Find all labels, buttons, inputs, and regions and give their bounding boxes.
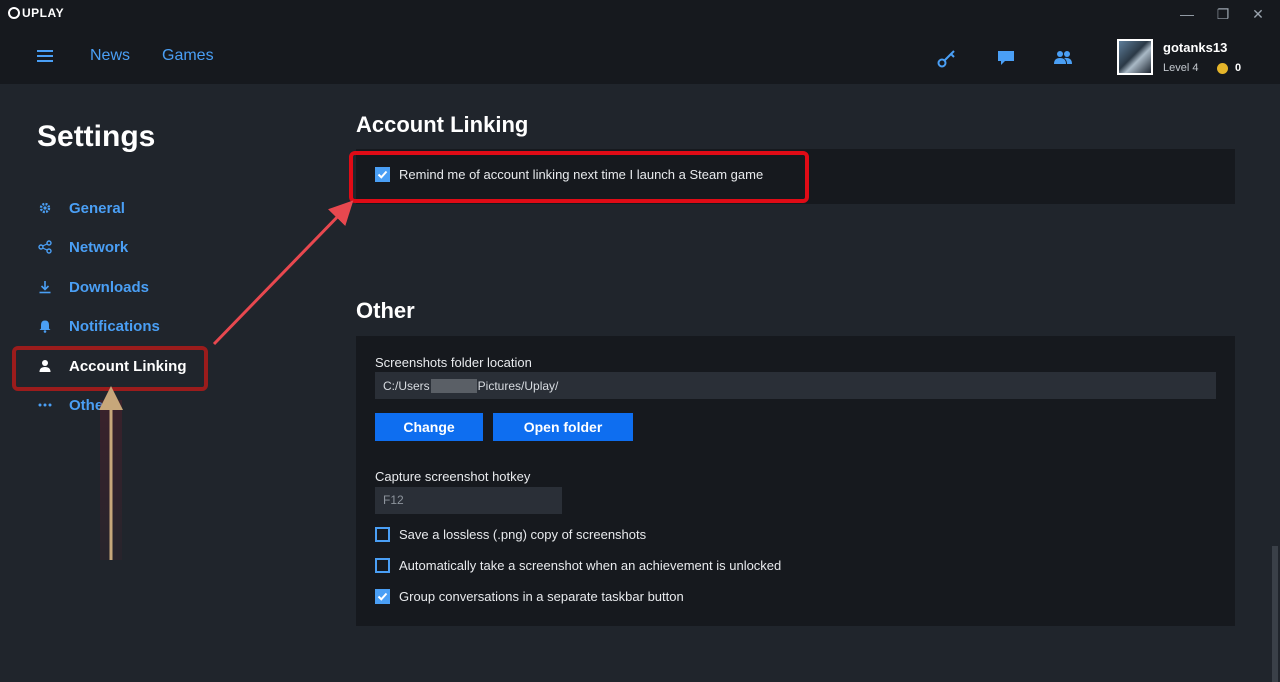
red-arrow bbox=[212, 200, 354, 346]
annotation-arrows bbox=[99, 200, 354, 560]
